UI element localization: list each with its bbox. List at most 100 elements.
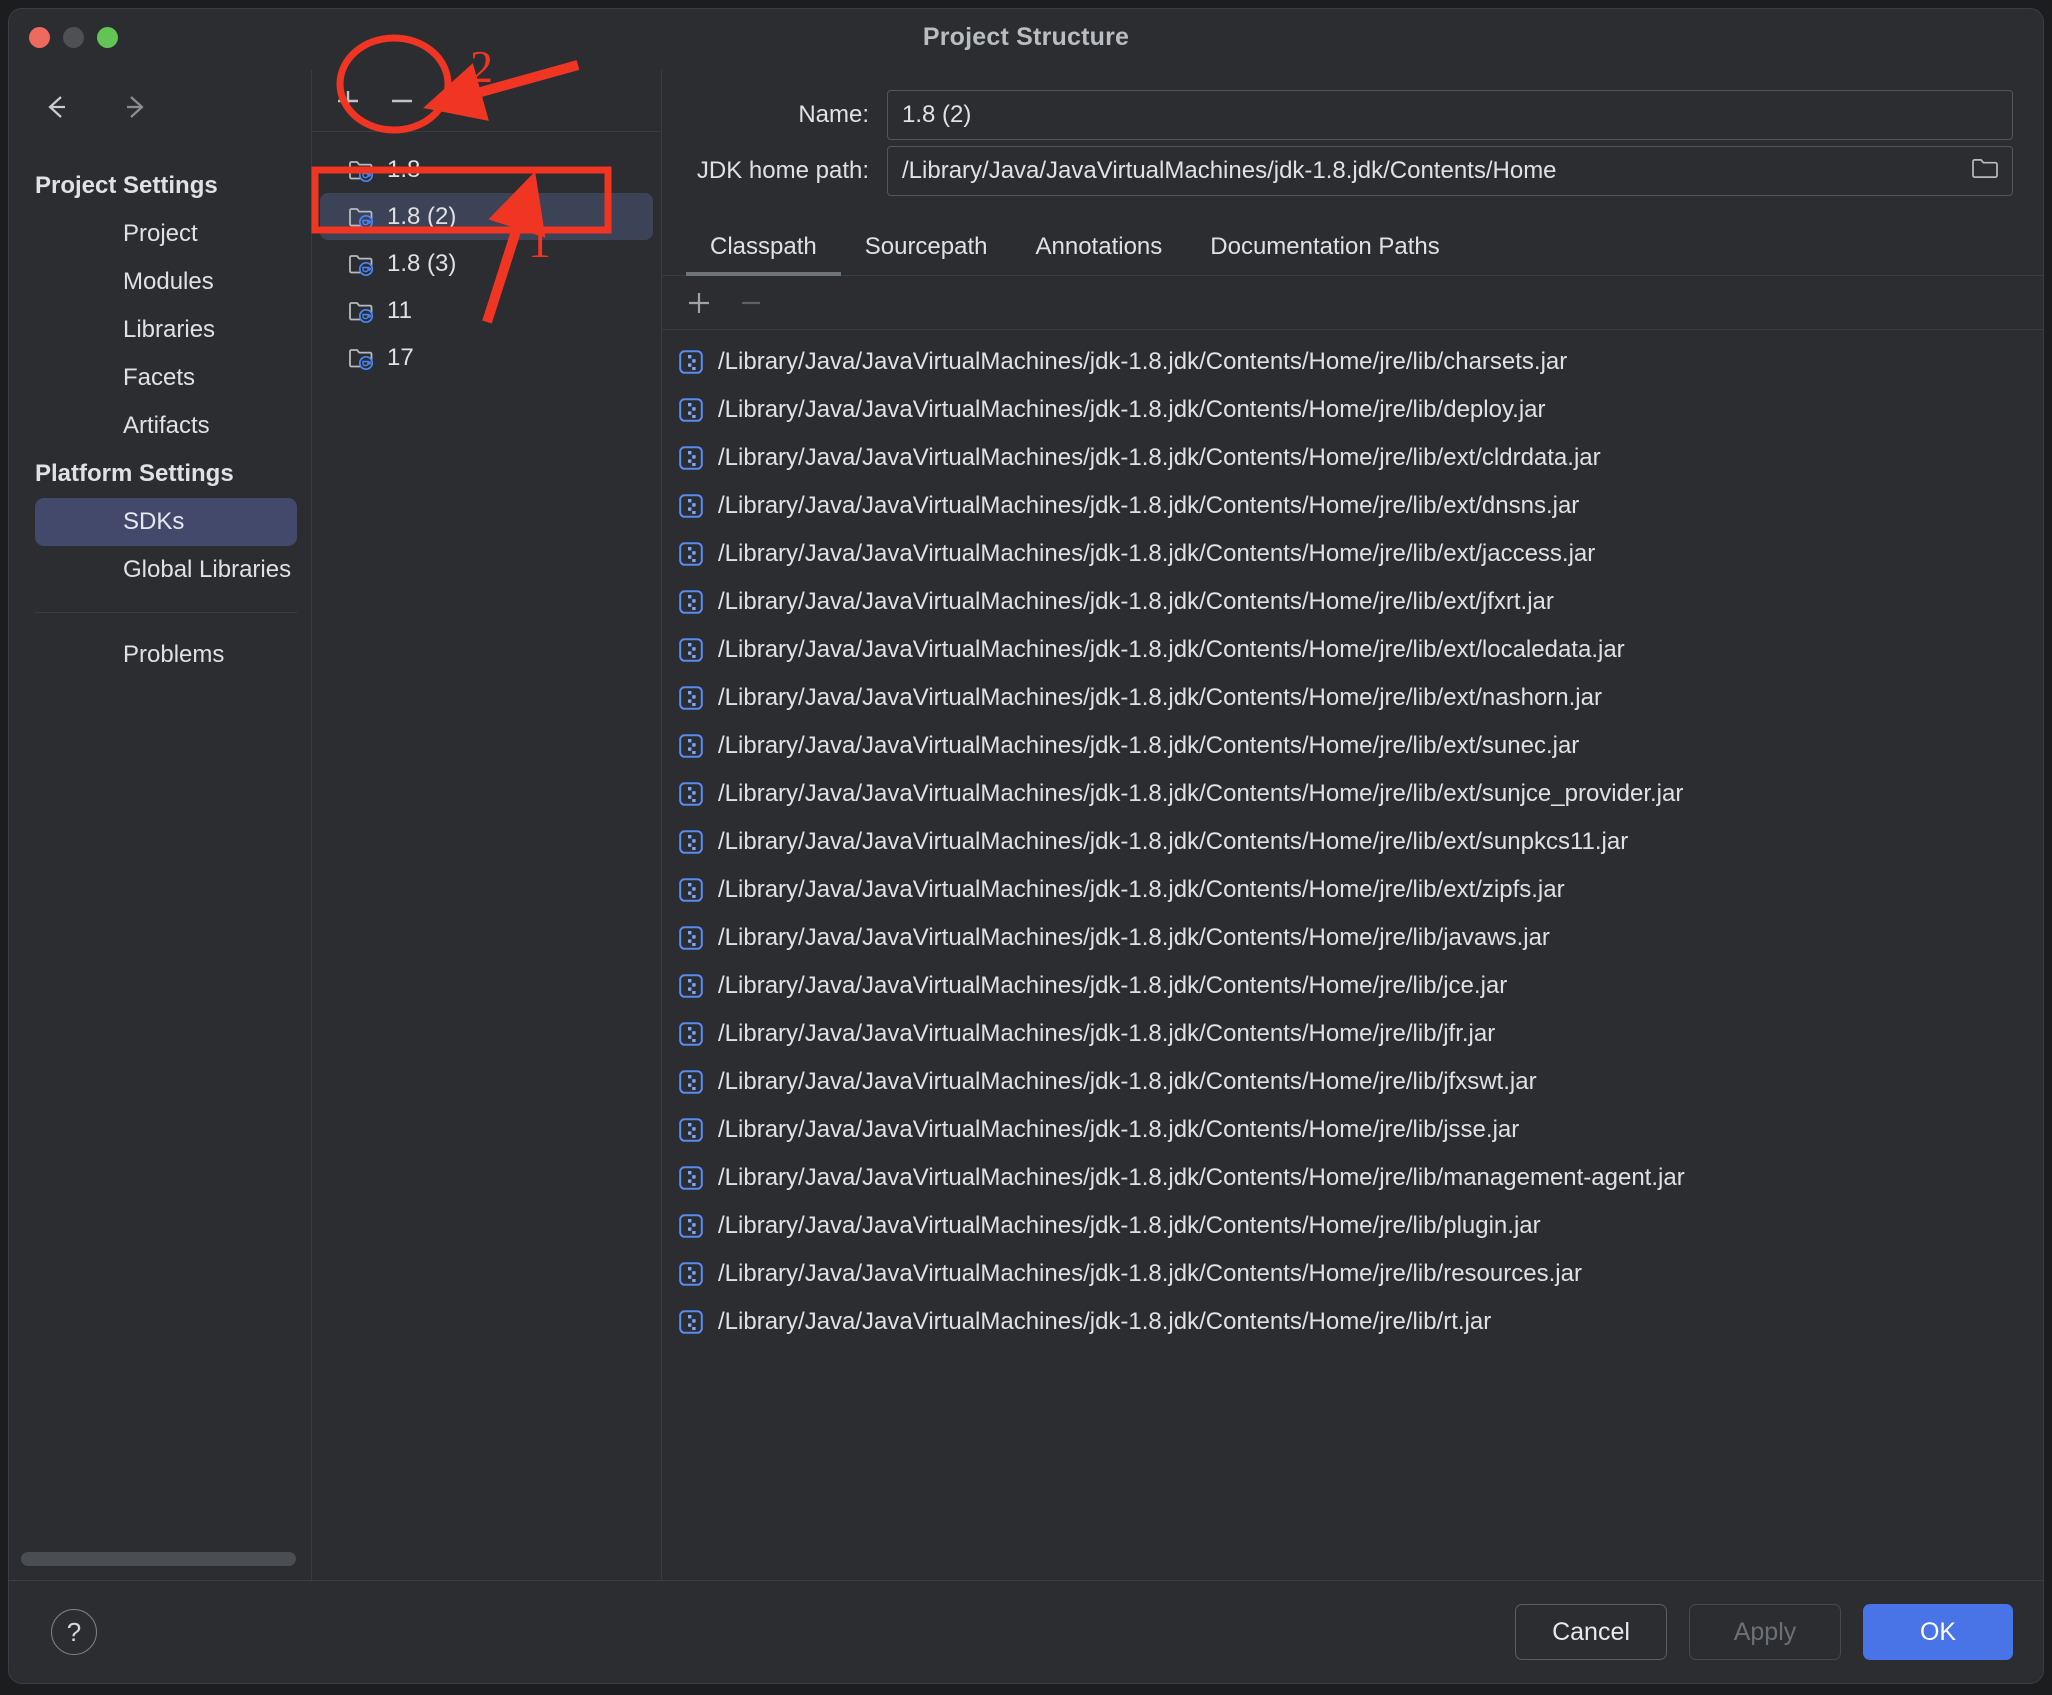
jdk-folder-icon	[347, 297, 375, 325]
ok-button[interactable]: OK	[1863, 1604, 2013, 1660]
classpath-row[interactable]: /Library/Java/JavaVirtualMachines/jdk-1.…	[662, 914, 2043, 962]
classpath-row[interactable]: /Library/Java/JavaVirtualMachines/jdk-1.…	[662, 1154, 2043, 1202]
jar-file-icon	[678, 925, 704, 951]
classpath-row[interactable]: /Library/Java/JavaVirtualMachines/jdk-1.…	[662, 386, 2043, 434]
classpath-row[interactable]: /Library/Java/JavaVirtualMachines/jdk-1.…	[662, 722, 2043, 770]
classpath-entry-path: /Library/Java/JavaVirtualMachines/jdk-1.…	[718, 636, 1625, 664]
jar-file-icon	[678, 445, 704, 471]
sidebar-item-problems[interactable]: Problems	[35, 631, 297, 679]
sidebar-item-global-libraries[interactable]: Global Libraries	[35, 546, 297, 594]
classpath-entry-path: /Library/Java/JavaVirtualMachines/jdk-1.…	[718, 972, 1507, 1000]
help-button[interactable]: ?	[51, 1609, 97, 1655]
classpath-row[interactable]: /Library/Java/JavaVirtualMachines/jdk-1.…	[662, 674, 2043, 722]
classpath-entry-path: /Library/Java/JavaVirtualMachines/jdk-1.…	[718, 348, 1567, 376]
dialog-footer: ? Cancel Apply OK	[9, 1580, 2043, 1683]
jar-file-icon	[678, 1165, 704, 1191]
classpath-entry-path: /Library/Java/JavaVirtualMachines/jdk-1.…	[718, 540, 1595, 568]
jar-file-icon	[678, 589, 704, 615]
sidebar-item-sdks[interactable]: SDKs	[35, 498, 297, 546]
arrow-right-icon[interactable]	[119, 90, 153, 124]
jar-file-icon	[678, 541, 704, 567]
sidebar-item-modules[interactable]: Modules	[35, 258, 297, 306]
classpath-entry-path: /Library/Java/JavaVirtualMachines/jdk-1.…	[718, 588, 1554, 616]
jar-file-icon	[678, 973, 704, 999]
classpath-entry-path: /Library/Java/JavaVirtualMachines/jdk-1.…	[718, 1068, 1537, 1096]
jar-file-icon	[678, 1261, 704, 1287]
classpath-entry-path: /Library/Java/JavaVirtualMachines/jdk-1.…	[718, 1308, 1491, 1336]
sidebar-item-libraries[interactable]: Libraries	[35, 306, 297, 354]
sidebar-horizontal-scrollbar[interactable]	[21, 1552, 296, 1566]
tab-documentation-paths[interactable]: Documentation Paths	[1186, 233, 1463, 275]
tab-sourcepath[interactable]: Sourcepath	[841, 233, 1012, 275]
sdk-list-item-label: 1.8 (2)	[387, 203, 456, 231]
sidebar-item-project[interactable]: Project	[35, 210, 297, 258]
jar-file-icon	[678, 1309, 704, 1335]
tab-annotations[interactable]: Annotations	[1012, 233, 1187, 275]
jar-file-icon	[678, 1117, 704, 1143]
jdk-folder-icon	[347, 344, 375, 372]
cancel-button[interactable]: Cancel	[1515, 1604, 1667, 1660]
arrow-left-icon[interactable]	[39, 90, 73, 124]
apply-button[interactable]: Apply	[1689, 1604, 1841, 1660]
classpath-entry-path: /Library/Java/JavaVirtualMachines/jdk-1.…	[718, 396, 1546, 424]
classpath-row[interactable]: /Library/Java/JavaVirtualMachines/jdk-1.…	[662, 1010, 2043, 1058]
classpath-remove-button[interactable]	[728, 280, 774, 326]
sdk-list-item-label: 17	[387, 344, 414, 372]
sdk-name-row: Name: 1.8 (2)	[662, 90, 2043, 140]
classpath-row[interactable]: /Library/Java/JavaVirtualMachines/jdk-1.…	[662, 578, 2043, 626]
classpath-entry-path: /Library/Java/JavaVirtualMachines/jdk-1.…	[718, 828, 1628, 856]
jar-file-icon	[678, 637, 704, 663]
sidebar-item-artifacts[interactable]: Artifacts	[35, 402, 297, 450]
title-bar: Project Structure	[9, 9, 2043, 69]
sdk-list-item[interactable]: 17	[320, 334, 653, 381]
classpath-entry-path: /Library/Java/JavaVirtualMachines/jdk-1.…	[718, 1020, 1495, 1048]
classpath-row[interactable]: /Library/Java/JavaVirtualMachines/jdk-1.…	[662, 818, 2043, 866]
jar-file-icon	[678, 397, 704, 423]
sdk-list-item[interactable]: 1.8	[320, 146, 653, 193]
sdk-add-button[interactable]	[324, 77, 372, 125]
classpath-row[interactable]: /Library/Java/JavaVirtualMachines/jdk-1.…	[662, 626, 2043, 674]
classpath-row[interactable]: /Library/Java/JavaVirtualMachines/jdk-1.…	[662, 338, 2043, 386]
classpath-row[interactable]: /Library/Java/JavaVirtualMachines/jdk-1.…	[662, 770, 2043, 818]
classpath-row[interactable]: /Library/Java/JavaVirtualMachines/jdk-1.…	[662, 530, 2043, 578]
jdk-home-path-input[interactable]: /Library/Java/JavaVirtualMachines/jdk-1.…	[887, 146, 2013, 196]
classpath-row[interactable]: /Library/Java/JavaVirtualMachines/jdk-1.…	[662, 1298, 2043, 1346]
settings-sidebar: Project Settings Project Modules Librari…	[9, 70, 312, 1580]
sdk-name-input[interactable]: 1.8 (2)	[887, 90, 2013, 140]
dialog-body: Project Settings Project Modules Librari…	[9, 69, 2043, 1580]
classpath-row[interactable]: /Library/Java/JavaVirtualMachines/jdk-1.…	[662, 434, 2043, 482]
jar-file-icon	[678, 781, 704, 807]
sidebar-item-facets[interactable]: Facets	[35, 354, 297, 402]
window-title: Project Structure	[9, 23, 2043, 52]
jdk-folder-icon	[347, 156, 375, 184]
jar-file-icon	[678, 685, 704, 711]
classpath-list[interactable]: /Library/Java/JavaVirtualMachines/jdk-1.…	[662, 330, 2043, 1580]
folder-icon[interactable]	[1970, 154, 2000, 189]
classpath-row[interactable]: /Library/Java/JavaVirtualMachines/jdk-1.…	[662, 866, 2043, 914]
tab-classpath[interactable]: Classpath	[686, 233, 841, 275]
classpath-add-button[interactable]	[676, 280, 722, 326]
sdk-list-item-label: 1.8	[387, 156, 420, 184]
sdk-name-label: Name:	[662, 101, 887, 129]
classpath-row[interactable]: /Library/Java/JavaVirtualMachines/jdk-1.…	[662, 1106, 2043, 1154]
sidebar-nav-arrows	[9, 70, 311, 142]
classpath-row[interactable]: /Library/Java/JavaVirtualMachines/jdk-1.…	[662, 1058, 2043, 1106]
jdk-home-path-label: JDK home path:	[662, 157, 887, 185]
classpath-entry-path: /Library/Java/JavaVirtualMachines/jdk-1.…	[718, 876, 1565, 904]
sdk-list-item[interactable]: 11	[320, 287, 653, 334]
sdk-remove-button[interactable]	[378, 77, 426, 125]
classpath-entry-path: /Library/Java/JavaVirtualMachines/jdk-1.…	[718, 1212, 1541, 1240]
classpath-row[interactable]: /Library/Java/JavaVirtualMachines/jdk-1.…	[662, 1250, 2043, 1298]
sdk-list-item-label: 11	[387, 297, 412, 325]
classpath-row[interactable]: /Library/Java/JavaVirtualMachines/jdk-1.…	[662, 482, 2043, 530]
classpath-entry-path: /Library/Java/JavaVirtualMachines/jdk-1.…	[718, 1164, 1685, 1192]
classpath-toolbar	[662, 276, 2043, 330]
classpath-row[interactable]: /Library/Java/JavaVirtualMachines/jdk-1.…	[662, 1202, 2043, 1250]
sdk-list-toolbar	[312, 70, 661, 132]
classpath-row[interactable]: /Library/Java/JavaVirtualMachines/jdk-1.…	[662, 962, 2043, 1010]
sdk-detail-tabs: Classpath Sourcepath Annotations Documen…	[662, 210, 2043, 276]
jar-file-icon	[678, 1213, 704, 1239]
sdk-list-item[interactable]: 1.8 (3)	[320, 240, 653, 287]
sdk-list-item-selected[interactable]: 1.8 (2)	[320, 193, 653, 240]
classpath-entry-path: /Library/Java/JavaVirtualMachines/jdk-1.…	[718, 924, 1550, 952]
